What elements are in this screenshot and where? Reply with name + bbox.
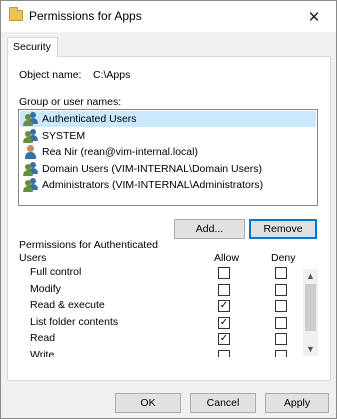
permission-name: List folder contents — [30, 315, 119, 328]
group-icon — [23, 161, 39, 176]
user-list-item[interactable]: Rea Nir (rean@vim-internal.local) — [20, 144, 316, 160]
ok-button[interactable]: OK — [115, 393, 181, 413]
user-name: Administrators (VIM-INTERNAL\Administrat… — [42, 179, 264, 192]
permission-row: Read & execute ✓ — [18, 298, 303, 315]
add-button[interactable]: Add... — [174, 219, 245, 239]
group-icon — [23, 112, 39, 126]
deny-checkbox[interactable] — [275, 300, 287, 313]
tab-security[interactable]: Security — [7, 37, 58, 57]
permissions-label-line2: Users — [19, 252, 47, 264]
allow-checkbox[interactable]: ✓ — [218, 300, 230, 313]
permission-row: Read ✓ — [18, 331, 303, 348]
allow-checkbox[interactable] — [218, 267, 230, 279]
permission-name: Full control — [30, 266, 82, 278]
deny-header: Deny — [271, 252, 296, 264]
permissions-label-line1: Permissions for Authenticated — [19, 239, 158, 251]
user-name: Rea Nir (rean@vim-internal.local) — [42, 146, 198, 159]
allow-checkbox[interactable]: ✓ — [218, 333, 230, 346]
permission-name: Write — [30, 349, 55, 357]
user-name: Authenticated Users — [42, 113, 137, 125]
scroll-down-icon[interactable]: ▼ — [303, 342, 318, 356]
deny-checkbox[interactable] — [275, 316, 287, 329]
remove-button[interactable]: Remove — [249, 219, 317, 239]
title-bar: Permissions for Apps ✕ — [1, 1, 336, 32]
users-listbox[interactable]: Authenticated Users SYSTEM Rea Nir (rean@v… — [18, 109, 318, 206]
scroll-thumb[interactable] — [305, 284, 316, 331]
object-name-label: Object name: — [19, 69, 82, 81]
permissions-scrollbar[interactable]: ▲ ▼ — [303, 269, 318, 356]
permission-name: Modify — [30, 282, 61, 295]
user-icon — [23, 145, 39, 160]
allow-checkbox[interactable] — [218, 350, 230, 357]
permission-row: Write — [18, 348, 303, 357]
user-list-item[interactable]: Domain Users (VIM-INTERNAL\Domain Users) — [20, 161, 316, 177]
allow-checkbox[interactable] — [218, 283, 230, 296]
scroll-up-icon[interactable]: ▲ — [303, 269, 318, 283]
user-name: Domain Users (VIM-INTERNAL\Domain Users) — [42, 162, 262, 175]
permission-name: Read & execute — [30, 299, 105, 312]
deny-checkbox[interactable] — [275, 333, 287, 346]
user-list-item[interactable]: Authenticated Users — [20, 111, 316, 127]
permissions-dialog: Permissions for Apps ✕ Security Object n… — [0, 0, 337, 419]
window-title: Permissions for Apps — [29, 9, 142, 23]
allow-checkbox[interactable]: ✓ — [218, 316, 230, 329]
user-name: SYSTEM — [42, 129, 86, 142]
folder-icon — [9, 7, 23, 21]
user-list-item[interactable]: SYSTEM — [20, 128, 316, 144]
allow-header: Allow — [214, 252, 240, 264]
permission-name: Read — [30, 332, 56, 345]
cancel-button[interactable]: Cancel — [190, 393, 256, 413]
object-name-value: C:\Apps — [93, 69, 131, 81]
apply-button[interactable]: Apply — [265, 393, 329, 413]
permission-row: Full control — [18, 265, 303, 282]
permission-row: List folder contents ✓ — [18, 315, 303, 332]
group-icon — [23, 178, 39, 193]
deny-checkbox[interactable] — [275, 350, 287, 357]
close-button[interactable]: ✕ — [292, 1, 336, 32]
deny-checkbox[interactable] — [275, 283, 287, 296]
group-users-label: Group or user names: — [19, 96, 122, 108]
group-icon — [23, 128, 39, 143]
permission-row: Modify — [18, 282, 303, 299]
user-list-item[interactable]: Administrators (VIM-INTERNAL\Administrat… — [20, 177, 316, 193]
permissions-list: Full control Modify Read & execute ✓ List fo… — [18, 265, 318, 357]
deny-checkbox[interactable] — [275, 267, 287, 279]
